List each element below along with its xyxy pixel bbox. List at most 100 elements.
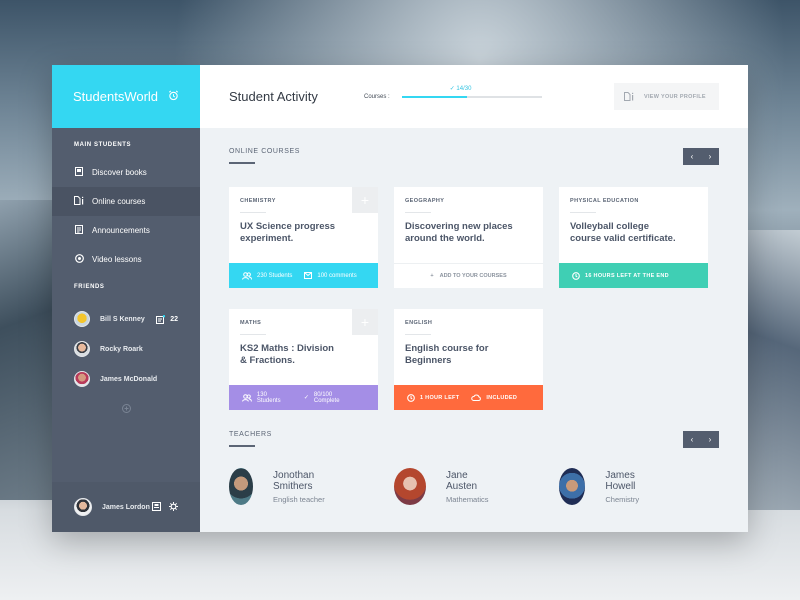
sidebar-item-announcements[interactable]: Announcements — [52, 216, 200, 245]
title-line: & Fractions. — [240, 355, 295, 366]
course-footer: 130 Students ✓ 80/100 Complete — [229, 385, 378, 410]
chevron-right-icon[interactable]: › — [709, 152, 712, 161]
friends-label: FRIENDS — [74, 284, 105, 290]
book-icon — [74, 167, 84, 178]
brand-name: StudentsWorld — [73, 89, 159, 104]
sidebar-item-online-courses[interactable]: Online courses — [52, 187, 200, 216]
title-line: experiment. — [240, 233, 294, 244]
background-mountain-right — [740, 230, 800, 510]
teacher-item[interactable]: Jonothan Smithers English teacher — [229, 468, 327, 505]
time-left: 1 HOUR LEFT — [420, 394, 460, 401]
document-icon — [624, 92, 634, 101]
students-count: 230 Students — [257, 272, 293, 279]
title-line: Beginners — [405, 355, 452, 366]
teacher-name: Jane Austen — [445, 469, 478, 492]
course-card[interactable]: GEOGRAPHY Discovering new places around t… — [394, 187, 543, 288]
app-window: StudentsWorld MAIN STUDENTS Discover boo… — [52, 65, 748, 532]
sidebar-item-video-lessons[interactable]: Video lessons — [52, 245, 200, 274]
current-user-bar: James Lordon — [52, 482, 200, 532]
teacher-name: James Howell — [605, 469, 636, 492]
teacher-item[interactable]: Jane Austen Mathematics — [394, 468, 494, 505]
alarm-clock-icon[interactable] — [168, 88, 179, 106]
add-course-button[interactable]: + — [352, 309, 378, 335]
main-content: Student Activity Courses : ✓ 14/30 VIEW … — [200, 65, 748, 532]
add-to-courses-label: ADD TO YOUR COURSES — [439, 273, 507, 279]
avatar — [559, 468, 586, 505]
current-user-name: James Lordon — [102, 503, 150, 511]
play-circle-icon — [74, 254, 84, 265]
plus-icon: + — [430, 273, 434, 279]
progress-track — [401, 95, 542, 98]
teachers-header: TEACHERS ‹ › — [200, 431, 748, 448]
teacher-item[interactable]: James Howell Chemistry — [559, 468, 650, 505]
gear-icon[interactable] — [169, 501, 178, 513]
add-friend-button[interactable] — [52, 394, 200, 418]
sidebar-item-discover-books[interactable]: Discover books — [52, 158, 200, 187]
course-title: Volleyball college course valid certifica… — [559, 213, 708, 245]
title-line: KS2 Maths : Division — [240, 343, 334, 354]
online-courses-title: ONLINE COURSES — [229, 148, 301, 155]
course-footer: 16 HOURS LEFT AT THE END — [559, 263, 708, 288]
view-profile-label: VIEW YOUR PROFILE — [644, 93, 706, 100]
message-icon — [156, 314, 166, 324]
courses-progress: ✓ 14/30 — [401, 86, 542, 98]
top-bar: Student Activity Courses : ✓ 14/30 VIEW … — [200, 65, 748, 128]
section-underline — [229, 162, 255, 164]
chevron-left-icon[interactable]: ‹ — [691, 152, 694, 161]
course-footer: 230 Students 100 comments — [229, 263, 378, 288]
students-count: 130 Students — [256, 391, 281, 404]
chevron-left-icon[interactable]: ‹ — [691, 435, 694, 444]
online-courses-header: ONLINE COURSES ‹ › — [200, 148, 748, 165]
sidebar-item-label: Discover books — [92, 168, 147, 177]
friend-name: Bill S Kenney — [100, 315, 145, 323]
courses-progress-value: ✓ 14/30 — [449, 85, 472, 92]
friend-item[interactable]: James McDonald — [52, 364, 200, 394]
sidebar-item-label: Video lessons — [92, 255, 142, 264]
completion: 80/100 Complete — [313, 391, 340, 404]
progress-fill — [401, 95, 468, 98]
clock-icon — [572, 271, 580, 280]
friend-name: Rocky Roark — [100, 345, 143, 353]
avatar — [74, 371, 90, 387]
friend-name: James McDonald — [100, 375, 158, 383]
brand-bar: StudentsWorld — [52, 65, 200, 128]
course-card[interactable]: MATHS KS2 Maths : Division & Fractions. +… — [229, 309, 378, 410]
avatar — [74, 311, 90, 327]
course-card[interactable]: ENGLISH English course for Beginners 1 HO… — [394, 309, 543, 410]
clock-icon — [407, 393, 415, 402]
friend-item[interactable]: Bill S Kenney 22 — [52, 304, 200, 334]
document-icon — [74, 196, 84, 207]
title-line: around the world. — [405, 233, 485, 244]
message-count: 22 — [170, 315, 178, 323]
friend-item[interactable]: Rocky Roark — [52, 334, 200, 364]
time-left: 16 HOURS LEFT AT THE END — [585, 272, 669, 279]
courses-pager: ‹ › — [683, 148, 719, 165]
avatar — [74, 341, 90, 357]
add-course-button[interactable]: + — [352, 187, 378, 213]
course-category: GEOGRAPHY — [405, 198, 445, 204]
title-line: Volleyball college — [570, 221, 650, 232]
teacher-role: Mathematics — [445, 494, 489, 504]
view-profile-button[interactable]: VIEW YOUR PROFILE — [614, 83, 719, 110]
title-line: Discovering new places — [405, 221, 513, 232]
courses-progress-label: Courses : — [364, 93, 390, 100]
sidebar-item-label: Online courses — [92, 197, 146, 206]
teachers-title: TEACHERS — [229, 431, 272, 438]
title-line: UX Science progress — [240, 221, 336, 232]
teachers-pager: ‹ › — [683, 431, 719, 448]
course-card[interactable]: PHYSICAL EDUCATION Volleyball college cou… — [559, 187, 708, 288]
inbox-icon[interactable] — [152, 501, 161, 513]
teacher-role: Chemistry — [605, 494, 640, 504]
chevron-right-icon[interactable]: › — [709, 435, 712, 444]
course-category: PHYSICAL EDUCATION — [570, 198, 639, 204]
add-to-courses-button[interactable]: + ADD TO YOUR COURSES — [394, 263, 543, 288]
course-title: English course for Beginners — [394, 335, 543, 367]
course-title: UX Science progress experiment. — [229, 213, 378, 245]
course-card[interactable]: CHEMISTRY UX Science progress experiment.… — [229, 187, 378, 288]
sidebar-item-label: Announcements — [92, 226, 150, 235]
message-badge[interactable]: 22 — [156, 314, 178, 324]
students-icon — [242, 271, 252, 280]
avatar[interactable] — [74, 498, 92, 516]
included-label: INCLUDED — [486, 394, 518, 401]
comments-count: 100 comments — [317, 272, 357, 279]
